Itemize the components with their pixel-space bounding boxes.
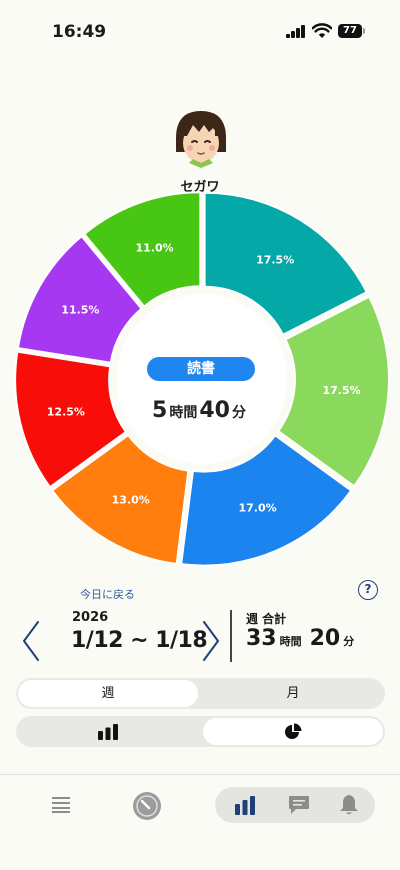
bar-chart-icon[interactable] bbox=[234, 795, 256, 815]
period-month-tab[interactable]: 月 bbox=[203, 680, 383, 707]
help-icon[interactable]: ? bbox=[358, 580, 378, 600]
next-week-button[interactable] bbox=[198, 620, 224, 662]
donut-label-2: 17.5% bbox=[322, 384, 360, 397]
chat-icon[interactable] bbox=[288, 795, 310, 815]
bell-icon[interactable] bbox=[339, 794, 359, 816]
divider bbox=[230, 610, 232, 662]
menu-icon[interactable] bbox=[52, 797, 70, 813]
category-time: 5 時間40 分 bbox=[120, 398, 280, 423]
category-hours: 5 bbox=[152, 398, 168, 423]
year-label: 2026 bbox=[72, 610, 109, 625]
week-total-minutes-unit: 分 bbox=[343, 635, 355, 648]
week-range: 1/12 ~ 1/18 bbox=[71, 628, 208, 653]
status-bar: 16:49 77 bbox=[0, 0, 400, 60]
bottom-divider bbox=[0, 774, 400, 775]
donut-label-7: 11.0% bbox=[135, 241, 173, 254]
chart-type-toggle bbox=[16, 716, 385, 747]
week-total-label: 週 合計 bbox=[246, 612, 287, 626]
donut-label-6: 11.5% bbox=[61, 304, 99, 317]
wifi-icon bbox=[312, 23, 332, 38]
back-to-today-link[interactable]: 今日に戻る bbox=[80, 586, 135, 602]
pie-chart-tab[interactable] bbox=[203, 718, 383, 745]
bar-chart-tab[interactable] bbox=[18, 718, 198, 745]
category-minutes-unit: 分 bbox=[231, 405, 246, 421]
category-minutes: 40 bbox=[199, 398, 230, 423]
donut-label-3: 17.0% bbox=[239, 501, 277, 514]
donut-label-1: 17.5% bbox=[256, 254, 294, 267]
period-week-tab[interactable]: 週 bbox=[18, 680, 198, 707]
battery-nub bbox=[363, 28, 365, 34]
bar-chart-icon bbox=[98, 724, 118, 740]
week-total: 33 時間 20 分 bbox=[246, 626, 362, 651]
donut-label-4: 13.0% bbox=[112, 494, 150, 507]
battery-icon: 77 bbox=[338, 24, 362, 38]
avatar[interactable] bbox=[171, 108, 231, 168]
donut-label-5: 12.5% bbox=[47, 406, 85, 419]
status-time: 16:49 bbox=[52, 22, 107, 42]
week-total-minutes: 20 bbox=[309, 626, 341, 651]
pie-chart-icon bbox=[285, 723, 302, 739]
category-hours-unit: 時間 bbox=[169, 405, 198, 421]
category-badge: 読書 bbox=[147, 357, 255, 381]
gauge-icon[interactable] bbox=[133, 792, 161, 820]
week-total-hours-unit: 時間 bbox=[279, 635, 302, 648]
period-toggle: 週 月 bbox=[16, 678, 385, 709]
prev-week-button[interactable] bbox=[18, 620, 44, 662]
week-total-hours: 33 bbox=[246, 626, 277, 651]
signal-icon bbox=[286, 25, 306, 38]
